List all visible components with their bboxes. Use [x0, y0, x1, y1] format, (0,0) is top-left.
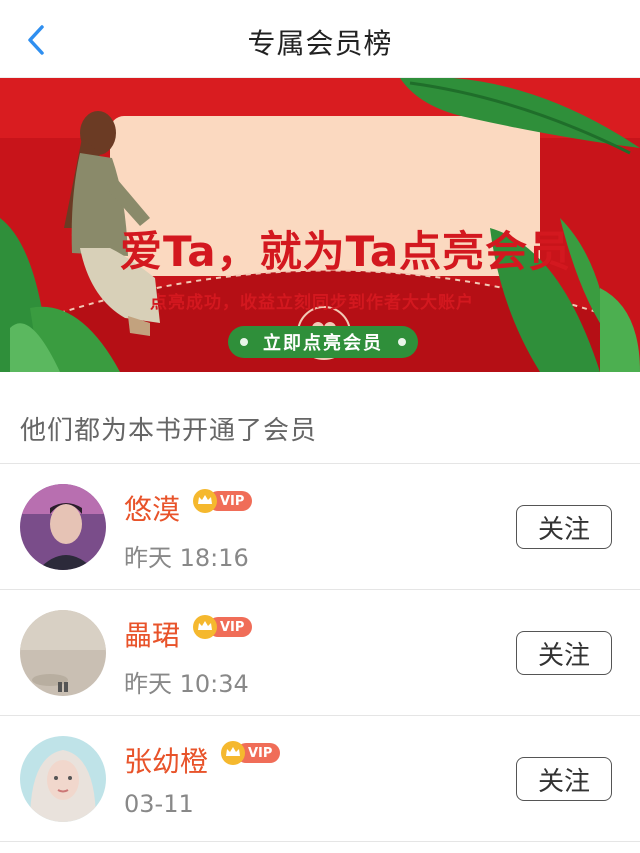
banner-title: 爱Ta，就为Ta点亮会员: [120, 227, 572, 276]
navbar: 专属会员榜: [0, 0, 640, 78]
banner-subtitle: 点亮成功，收益立刻同步到作者大大账户: [150, 293, 474, 313]
avatar[interactable]: [20, 736, 106, 822]
member-name: 悠漠: [124, 493, 181, 526]
avatar[interactable]: [20, 484, 106, 570]
list-item[interactable]: 畾珺 VIP 昨天 10:34 关注: [0, 590, 640, 716]
member-name: 张幼橙: [124, 745, 209, 778]
crown-icon: [193, 615, 217, 639]
promo-banner[interactable]: 爱Ta，就为Ta点亮会员 点亮成功，收益立刻同步到作者大大账户 立即点亮会员: [0, 78, 640, 372]
crown-icon: [193, 489, 217, 513]
vip-badge: VIP: [220, 740, 281, 766]
section-title: 他们都为本书开通了会员: [20, 416, 318, 446]
crown-icon: [221, 741, 245, 765]
list-item[interactable]: 张幼橙 VIP 03-11 关注: [0, 716, 640, 842]
member-time: 03-11: [124, 790, 194, 818]
vip-badge: VIP: [192, 488, 253, 514]
follow-button[interactable]: 关注: [516, 505, 612, 549]
member-time: 昨天 18:16: [124, 544, 249, 572]
avatar[interactable]: [20, 610, 106, 696]
activate-membership-button[interactable]: 立即点亮会员: [228, 326, 418, 358]
follow-button[interactable]: 关注: [516, 631, 612, 675]
follow-button[interactable]: 关注: [516, 757, 612, 801]
member-time: 昨天 10:34: [124, 670, 249, 698]
page-title: 专属会员榜: [247, 27, 393, 60]
vip-badge: VIP: [192, 614, 253, 640]
member-name: 畾珺: [124, 619, 181, 652]
list-item[interactable]: 悠漠 VIP 昨天 18:16 关注: [0, 464, 640, 590]
